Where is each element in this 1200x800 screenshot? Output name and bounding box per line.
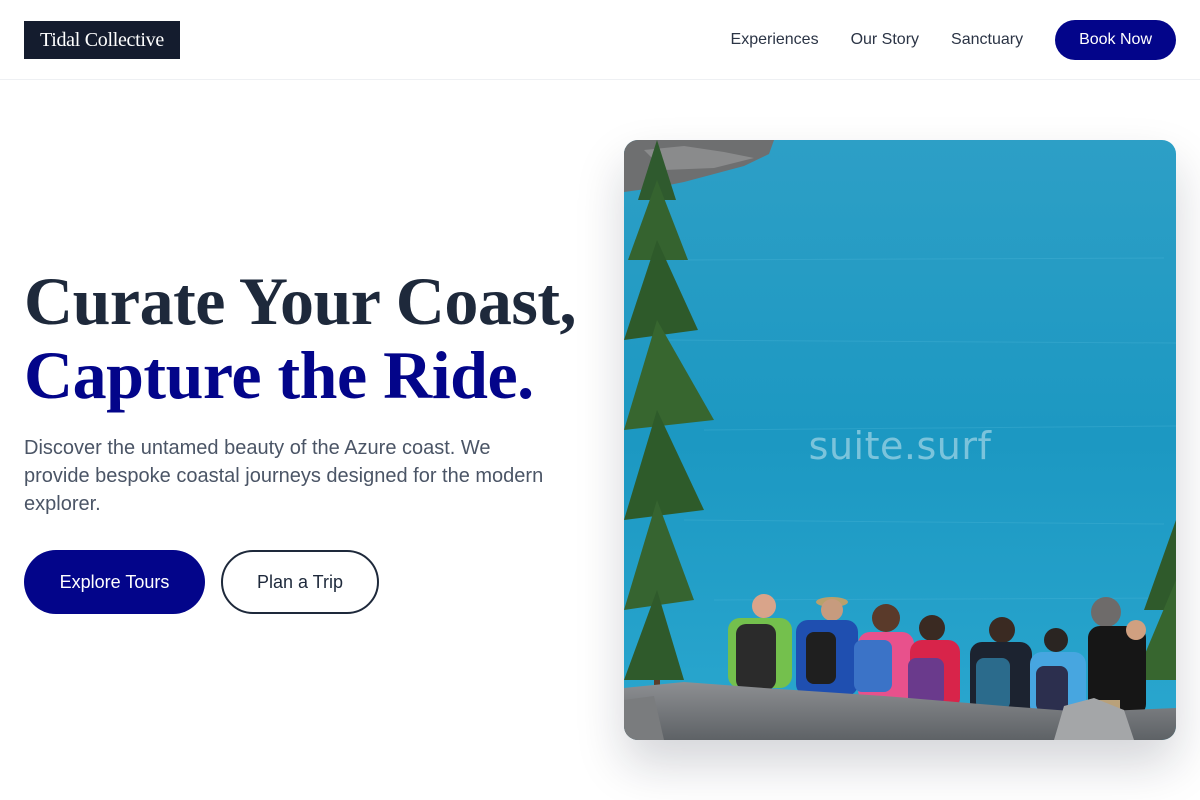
explore-tours-button[interactable]: Explore Tours [24, 550, 205, 614]
nav-link-our-story[interactable]: Our Story [851, 31, 919, 49]
book-now-button[interactable]: Book Now [1055, 20, 1176, 60]
hero-title: Curate Your Coast, Capture the Ride. [24, 264, 604, 412]
hero-title-line-1: Curate Your Coast, [24, 263, 576, 339]
nav-link-sanctuary[interactable]: Sanctuary [951, 31, 1023, 49]
main-nav: Experiences Our Story Sanctuary Book Now [731, 20, 1176, 60]
hero-title-line-2: Capture the Ride. [24, 337, 534, 413]
image-watermark: suite.surf [808, 424, 992, 468]
hero-image: suite.surf [624, 140, 1176, 740]
brand-logo-text: Tidal Collective [40, 28, 164, 51]
site-header: Tidal Collective Experiences Our Story S… [0, 0, 1200, 80]
plan-a-trip-button[interactable]: Plan a Trip [221, 550, 379, 614]
nav-link-experiences[interactable]: Experiences [731, 31, 819, 49]
hero-subtitle: Discover the untamed beauty of the Azure… [24, 437, 544, 515]
brand-logo[interactable]: Tidal Collective [24, 21, 180, 59]
